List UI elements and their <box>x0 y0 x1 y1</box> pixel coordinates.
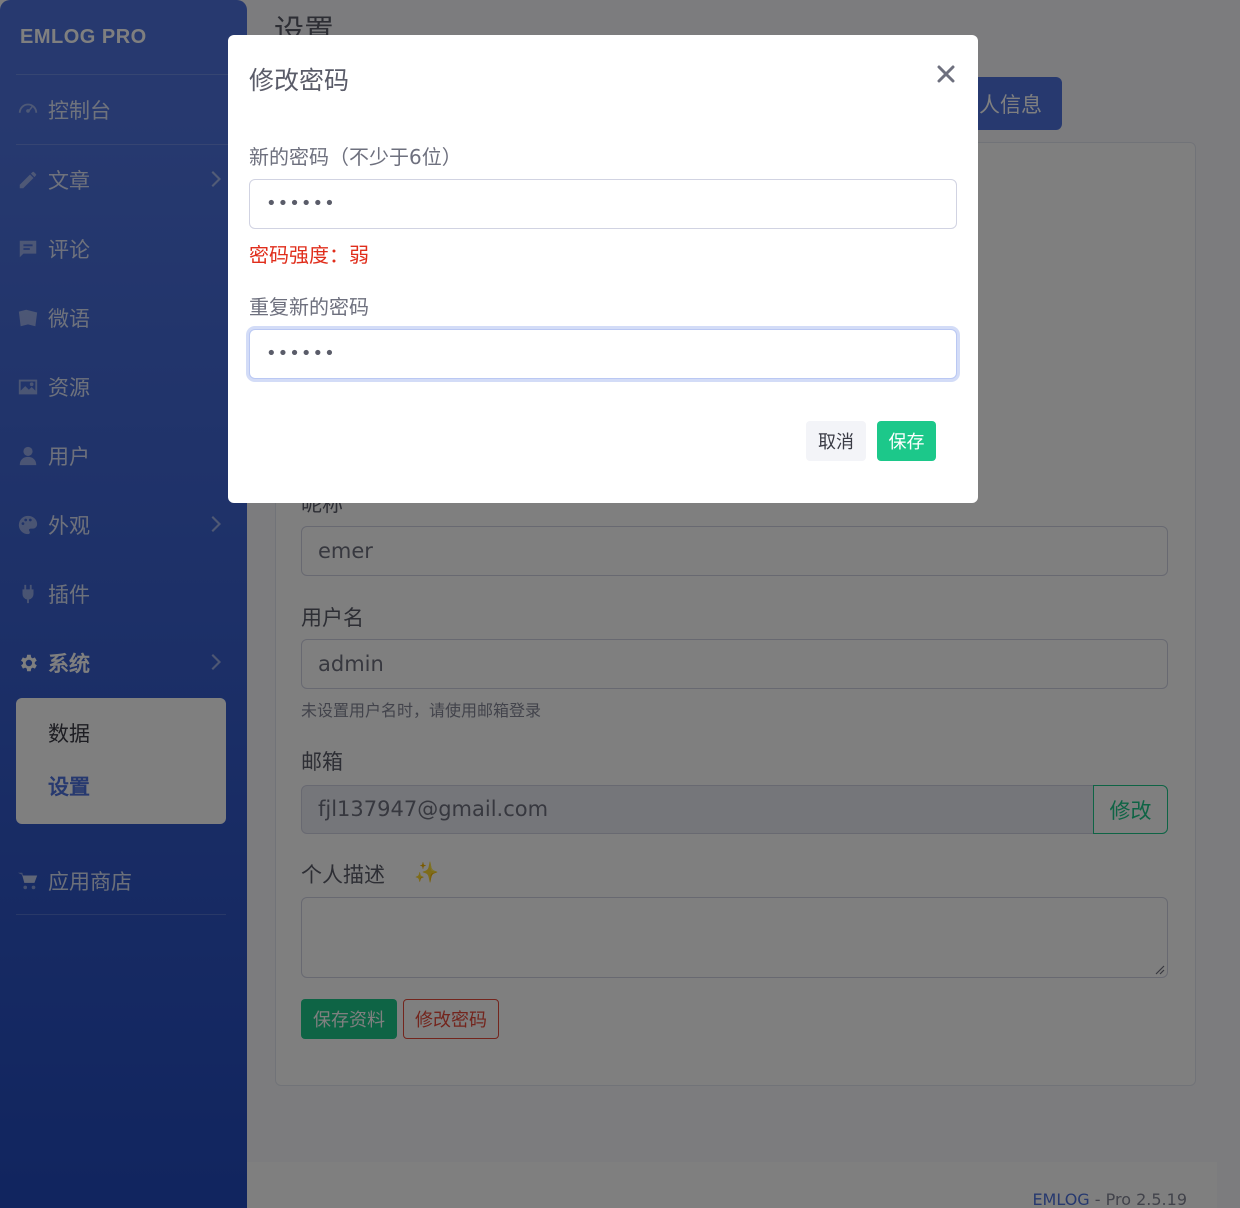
close-icon[interactable] <box>933 61 959 87</box>
password-strength-text: 密码强度：弱 <box>249 243 369 267</box>
modal-title: 修改密码 <box>249 66 350 95</box>
cancel-button[interactable]: 取消 <box>806 421 866 461</box>
repeat-password-input[interactable]: •••••• <box>249 329 957 379</box>
save-button[interactable]: 保存 <box>877 421 936 461</box>
repeat-password-label: 重复新的密码 <box>249 295 369 319</box>
new-password-label: 新的密码（不少于6位） <box>249 145 462 169</box>
new-password-input[interactable]: •••••• <box>249 179 957 229</box>
change-password-modal: 修改密码 新的密码（不少于6位） •••••• 密码强度：弱 重复新的密码 ••… <box>228 35 978 503</box>
